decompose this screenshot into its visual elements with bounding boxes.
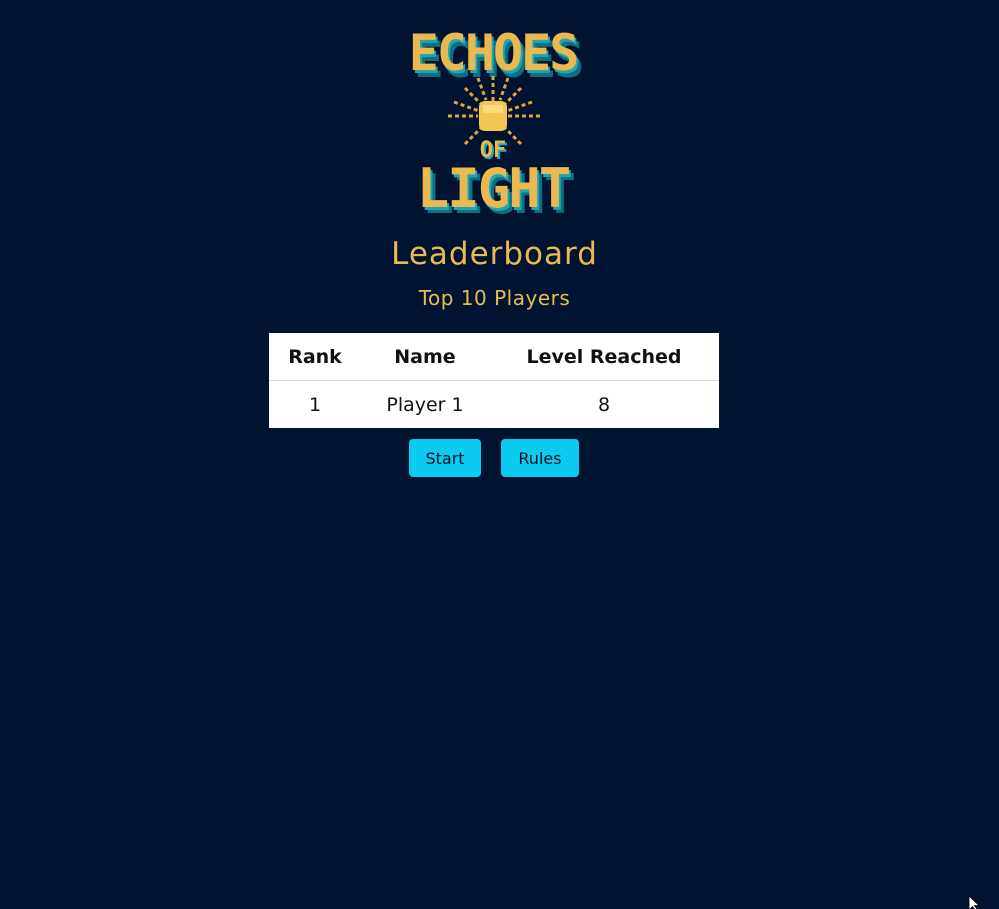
cell-name: Player 1 [386, 393, 464, 416]
page-title: Leaderboard [391, 236, 598, 272]
cell-level: 8 [597, 393, 611, 416]
mouse-cursor-icon [968, 895, 982, 909]
svg-text:ECHOES: ECHOES [409, 24, 578, 82]
header-name: Name [361, 333, 489, 381]
svg-text:LIGHT: LIGHT [417, 157, 570, 219]
start-button[interactable]: Start [409, 439, 481, 477]
table-row: 1 Player 1 8 [269, 381, 719, 429]
header-level-reached: Level Reached [489, 333, 719, 381]
echoes-of-light-logo: ECHOES ECHOES ECHOES OF OF LIGHT LIGHT L… [380, 14, 610, 219]
table-header-row: Rank Name Level Reached [269, 333, 719, 381]
header-rank: Rank [269, 333, 361, 381]
leaderboard-table: Rank Name Level Reached 1 Player 1 8 [269, 333, 719, 428]
cell-rank: 1 [308, 393, 322, 416]
rules-button[interactable]: Rules [501, 439, 579, 477]
page-subtitle: Top 10 Players [418, 286, 571, 310]
leaderboard-page: ECHOES ECHOES ECHOES OF OF LIGHT LIGHT L… [0, 0, 999, 909]
